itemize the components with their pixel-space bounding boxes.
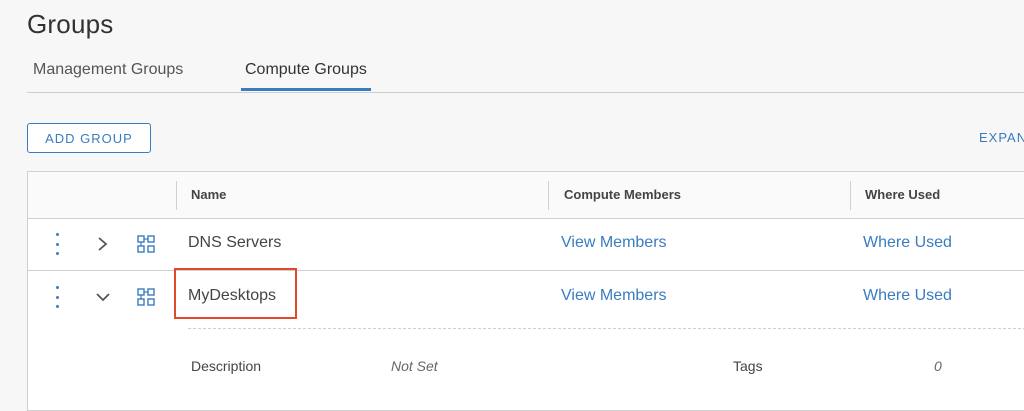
where-used-link[interactable]: Where Used	[863, 287, 952, 305]
tags-value: 0	[934, 358, 942, 374]
add-group-button[interactable]: ADD GROUP	[27, 123, 151, 153]
description-label: Description	[191, 358, 262, 374]
group-name: MyDesktops	[188, 287, 277, 304]
page-title: Groups	[27, 9, 114, 39]
column-separator[interactable]	[850, 181, 851, 210]
tab-management-groups[interactable]: Management Groups	[29, 61, 187, 91]
tab-bar: Management Groups Compute Groups	[27, 55, 1024, 93]
kebab-menu-icon[interactable]	[54, 233, 60, 255]
column-header-compute-members[interactable]: Compute Members	[564, 187, 681, 202]
column-header-where-used[interactable]: Where Used	[865, 187, 940, 202]
column-header-name[interactable]: Name	[191, 187, 226, 202]
kebab-menu-icon[interactable]	[54, 286, 60, 308]
table-row: MyDesktops View Members Where Used	[28, 271, 1024, 323]
view-members-link[interactable]: View Members	[561, 234, 667, 252]
detail-divider	[188, 328, 1024, 329]
view-members-link[interactable]: View Members	[561, 287, 667, 305]
table-row: DNS Servers View Members Where Used	[28, 218, 1024, 271]
expand-all-link[interactable]: EXPAND ALL	[979, 130, 1024, 145]
tags-label: Tags	[733, 358, 763, 374]
where-used-link[interactable]: Where Used	[863, 234, 952, 252]
column-separator[interactable]	[548, 181, 549, 210]
group-icon	[137, 288, 155, 306]
description-value: Not Set	[391, 358, 438, 374]
groups-datagrid: Name Compute Members Where Used DNS Serv…	[27, 171, 1024, 411]
chevron-down-icon[interactable]	[96, 285, 110, 309]
tab-compute-groups[interactable]: Compute Groups	[241, 61, 371, 91]
chevron-right-icon[interactable]	[96, 232, 110, 256]
column-separator[interactable]	[176, 181, 177, 210]
group-icon	[137, 235, 155, 253]
datagrid-header: Name Compute Members Where Used	[28, 172, 1024, 219]
group-name: DNS Servers	[188, 234, 282, 251]
